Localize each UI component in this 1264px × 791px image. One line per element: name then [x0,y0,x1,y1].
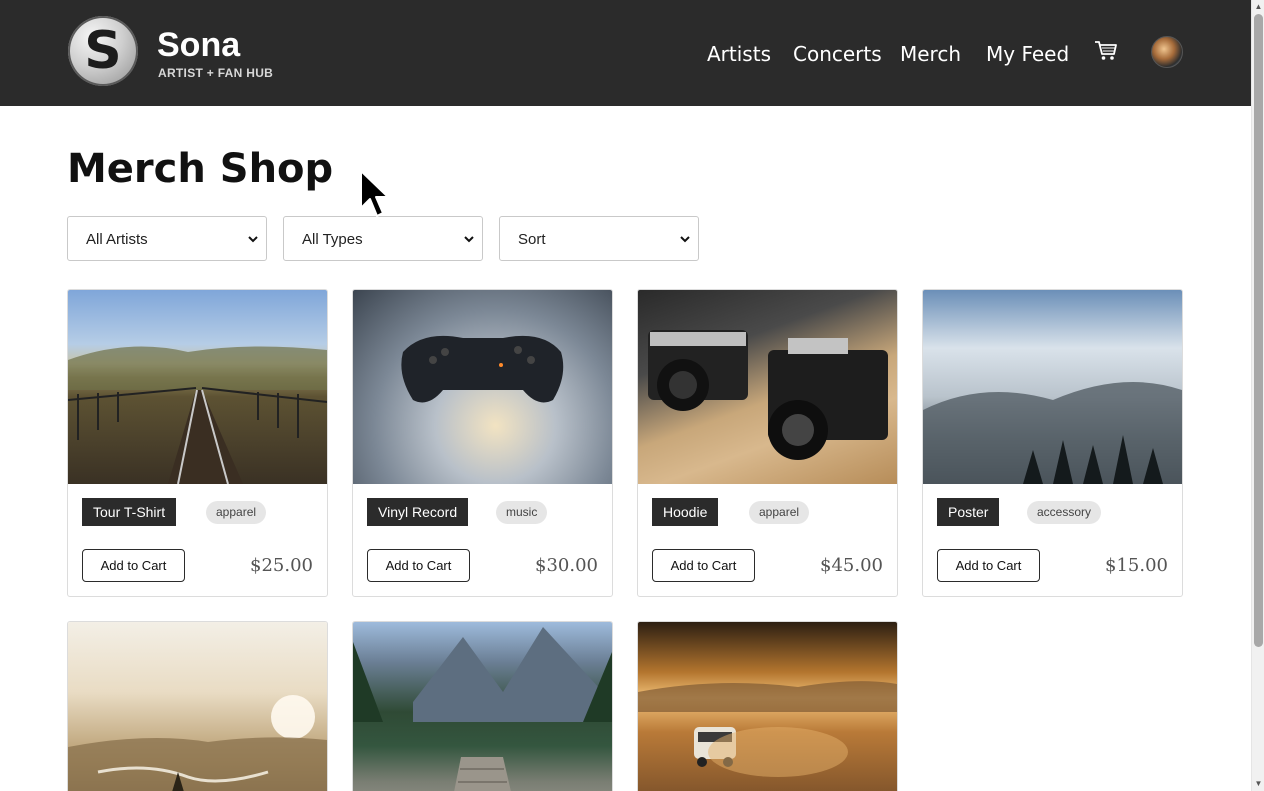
product-name: Tour T-Shirt [82,498,177,526]
product-name: Hoodie [652,498,719,526]
product-card[interactable] [637,621,898,791]
product-name: Vinyl Record [367,498,469,526]
artist-filter-select[interactable]: All Artists [67,216,267,261]
sort-select[interactable]: Sort [499,216,699,261]
scroll-thumb[interactable] [1254,14,1263,647]
desert-van-photo[interactable] [638,622,897,791]
product-card[interactable]: Tour T-Shirt apparel Add to Cart $25.00 [67,289,328,597]
category-badge: music [496,501,548,524]
sunset-valley-photo[interactable] [68,622,327,791]
add-to-cart-button[interactable]: Add to Cart [82,549,185,582]
merch-page: S Sona ARTIST + FAN HUB Artists Concerts… [0,0,1264,791]
product-card[interactable]: Hoodie apparel Add to Cart $45.00 [637,289,898,597]
page-title: Merch Shop [67,146,334,192]
product-name: Poster [937,498,1000,526]
artist-filter-value: All Artists [86,231,148,248]
railway-bridge-photo[interactable] [68,290,327,484]
add-to-cart-button[interactable]: Add to Cart [652,549,755,582]
mountain-lake-pier-photo[interactable] [353,622,612,791]
product-price: $25.00 [250,555,313,576]
add-to-cart-button[interactable]: Add to Cart [937,549,1040,582]
site-header: S Sona ARTIST + FAN HUB Artists Concerts… [0,0,1251,106]
category-badge: apparel [206,501,267,524]
type-filter-select[interactable]: All Types [283,216,483,261]
nav-artists[interactable]: Artists [707,42,771,66]
category-badge: accessory [1027,501,1102,524]
product-price: $30.00 [535,555,598,576]
logo-icon[interactable]: S [68,16,138,86]
product-price: $45.00 [820,555,883,576]
vintage-cameras-photo[interactable] [638,290,897,484]
scroll-down-icon[interactable]: ▼ [1252,777,1264,791]
misty-mountains-photo[interactable] [923,290,1182,484]
product-card[interactable]: Poster accessory Add to Cart $15.00 [922,289,1183,597]
nav-concerts[interactable]: Concerts [793,42,882,66]
product-card[interactable]: Vinyl Record music Add to Cart $30.00 [352,289,613,597]
scroll-up-icon[interactable]: ▲ [1252,0,1264,14]
avatar[interactable] [1151,36,1183,68]
product-card[interactable] [67,621,328,791]
page-scrollbar[interactable]: ▲ ▼ [1251,0,1264,791]
nav-merch[interactable]: Merch [900,42,961,66]
logo-letter: S [84,21,122,81]
category-badge: apparel [749,501,810,524]
product-price: $15.00 [1105,555,1168,576]
add-to-cart-button[interactable]: Add to Cart [367,549,470,582]
sort-value: Sort [518,231,546,248]
product-card[interactable] [352,621,613,791]
brand-tagline: ARTIST + FAN HUB [158,66,274,80]
chevron-down-icon [248,236,258,243]
brand-name[interactable]: Sona [157,26,240,65]
mouse-cursor-icon [360,170,389,217]
game-controller-photo[interactable] [353,290,612,484]
cart-icon[interactable] [1094,40,1118,62]
chevron-down-icon [464,236,474,243]
type-filter-value: All Types [302,231,363,248]
nav-my-feed[interactable]: My Feed [986,42,1069,66]
chevron-down-icon [680,236,690,243]
